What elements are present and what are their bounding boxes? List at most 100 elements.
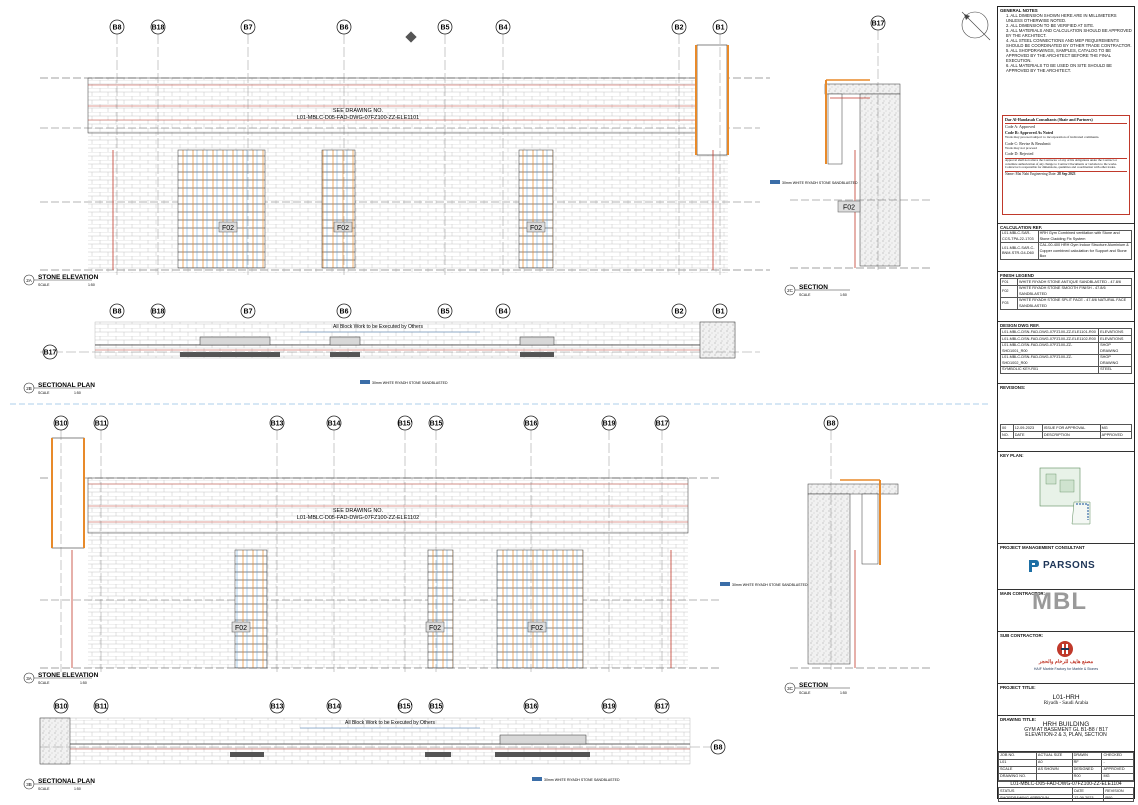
parsons-logo: PARSONS bbox=[1028, 559, 1095, 573]
svg-text:F02: F02 bbox=[530, 225, 542, 232]
stone-note-2b: 30mm WHITE RIYADH STONE SANDBLASTED bbox=[372, 381, 448, 385]
svg-text:1:50: 1:50 bbox=[74, 391, 81, 395]
svg-text:B11: B11 bbox=[95, 704, 108, 711]
see-drawing-line1-2a: SEE DRAWING NO. bbox=[333, 108, 384, 114]
drawing-number: L01-MBLC-D05-FAD-DWG-07FZ100-ZZ-ELE1104 bbox=[998, 781, 1134, 787]
calculation-ref: CALCULATION REF. L01-MBLC-SAR-CCS-TPA-22… bbox=[998, 223, 1134, 269]
finish-tag-f02: F02 bbox=[526, 221, 546, 233]
svg-text:SECTION: SECTION bbox=[799, 682, 828, 689]
design-drawing-ref: DESIGN DWG REF. L01-MBLC-DSN-FAD-DWG-07F… bbox=[998, 321, 1134, 383]
finish-tag-f02: F02 bbox=[231, 621, 251, 633]
svg-text:SECTIONAL PLAN: SECTIONAL PLAN bbox=[38, 382, 95, 389]
stone-elevation-2a: SEE DRAWING NO. L01-MBLC-D05-FAD-DWG-07F… bbox=[40, 31, 770, 273]
grid-bubble: B16 bbox=[523, 698, 539, 714]
svg-text:1:50: 1:50 bbox=[88, 283, 95, 287]
stone-note-3b: 30mm WHITE RIYADH STONE SANDBLASTED bbox=[544, 778, 620, 782]
svg-text:B15: B15 bbox=[430, 421, 443, 428]
stamp-name-label: Name: bbox=[1005, 172, 1015, 177]
note-item: 6. ALL MATERIALS TO BE USED ON SITE SHOU… bbox=[1006, 63, 1112, 74]
svg-text:3B: 3B bbox=[26, 782, 32, 787]
grid-bubble: B10 bbox=[53, 698, 69, 714]
svg-text:B7: B7 bbox=[244, 309, 253, 316]
general-notes-list: 1. ALL DIMENSION SHOWN HERE ARE IN MILLI… bbox=[1000, 13, 1132, 73]
table-header-row: NO. DATE DESCRIPTION APPROVED bbox=[1000, 431, 1133, 440]
svg-text:F02: F02 bbox=[843, 205, 855, 212]
table-row: L01-MBLC-DSN-FAD-DWG-07FZ100-ZZ-SHD1002_… bbox=[999, 354, 1132, 368]
note-item: 5. ALL SHOPDRAWINGS, SAMPLES, CATALOG TO… bbox=[1006, 48, 1112, 64]
elevation-marker bbox=[405, 31, 417, 43]
revisions-table: 00 12-09-2023 ISSUE FOR APPROVAL MG NO. … bbox=[1000, 424, 1133, 440]
svg-text:B15': B15' bbox=[398, 704, 413, 711]
view-title-2c: 2C SECTION SCALE 1:50 bbox=[784, 284, 850, 297]
grid-bubble: B7 bbox=[240, 303, 256, 319]
grid-bubble: B13 bbox=[269, 698, 285, 714]
view-title-3a: 3A STONE ELEVATION SCALE 1:50 bbox=[23, 672, 99, 685]
grid-bubble-side: B8 bbox=[710, 739, 726, 755]
grid-bubble: B15' bbox=[397, 698, 413, 714]
svg-text:B1: B1 bbox=[716, 25, 725, 32]
drawing-info-table: JOB NO. ACTUAL SIZE DRAWN CHECKED L01 A0… bbox=[998, 752, 1134, 781]
finish-tag-f02: F02 bbox=[527, 621, 547, 633]
finish-tag-f02: F02 bbox=[333, 221, 353, 233]
finish-legend: FINISH LEGEND F01 WHITE RIYADH STONE ANTI… bbox=[998, 271, 1134, 315]
svg-text:1:50: 1:50 bbox=[840, 691, 847, 695]
approval-stamp: Dar Al-Handasah Consultants (Shair and P… bbox=[1002, 115, 1130, 215]
stamp-date: 28 Sep 2023 bbox=[1057, 172, 1076, 177]
svg-text:B11: B11 bbox=[95, 421, 108, 428]
see-drawing-line2-3a: L01-MBLC-D05-FAD-DWG-07FZ100-ZZ-ELE1102 bbox=[297, 515, 419, 521]
drawing-title: DRAWING TITLE: HRH BUILDING GYM AT BASEM… bbox=[998, 715, 1134, 751]
svg-text:B4: B4 bbox=[499, 25, 508, 32]
svg-text:B4: B4 bbox=[499, 309, 508, 316]
north-arrow-icon bbox=[961, 11, 991, 41]
svg-text:B13: B13 bbox=[271, 421, 284, 428]
svg-text:SCALE: SCALE bbox=[38, 391, 50, 395]
mbl-logo: MBL bbox=[1032, 588, 1087, 615]
main-contractor: MAIN CONTRACTOR: MBL bbox=[998, 589, 1134, 631]
svg-text:B16: B16 bbox=[525, 704, 538, 711]
svg-text:B14: B14 bbox=[328, 704, 341, 711]
grid-bubble: B11 bbox=[93, 698, 109, 714]
svg-text:3C: 3C bbox=[787, 686, 794, 691]
table-row: L01-MBLC-DSN-FAD-DWG-07FZ100-ZZ-ELE1102-… bbox=[999, 335, 1132, 344]
svg-text:B7: B7 bbox=[244, 25, 253, 32]
table-row: JOB NO. ACTUAL SIZE DRAWN CHECKED bbox=[998, 752, 1134, 760]
svg-text:B5: B5 bbox=[441, 309, 450, 316]
svg-text:B2: B2 bbox=[675, 25, 684, 32]
svg-text:B8: B8 bbox=[113, 309, 122, 316]
view-title-3b: 3B SECTIONAL PLAN SCALE 1:50 bbox=[23, 778, 95, 791]
grid-bubble: B5 bbox=[437, 303, 453, 319]
stamp-disclaimer: Approval shall not relieve the Contracto… bbox=[1005, 157, 1127, 170]
haif-logo-icon bbox=[1057, 641, 1073, 657]
drawing-subtitle-2: ELEVATION-2 & 3, PLAN, SECTION bbox=[1025, 732, 1107, 739]
finish-tag-f02: F02 bbox=[218, 221, 238, 233]
table-row: L01-MBLC-SAR-CCS-TPA-22-1703 HRH Gym Comb… bbox=[1000, 230, 1133, 244]
grid-bubble-b8: B8 bbox=[827, 421, 836, 428]
table-row: F03 WHITE RIYADH STONE SPLIT FACE - 47.8/… bbox=[1000, 297, 1132, 311]
svg-text:SECTION: SECTION bbox=[799, 284, 828, 291]
drawing-sheet: SEE DRAWING NO. L01-MBLC-D05-FAD-DWG-07F… bbox=[0, 0, 1138, 805]
stamp-header: Dar Al-Handasah Consultants (Shair and P… bbox=[1005, 117, 1127, 125]
svg-text:B17: B17 bbox=[656, 704, 669, 711]
calc-ref-table: L01-MBLC-SAR-CCS-TPA-22-1703 HRH Gym Comb… bbox=[1000, 230, 1133, 261]
key-plan: KEY PLAN: bbox=[998, 451, 1134, 543]
sectional-plan-2b: All Block Work to be Executed by Others … bbox=[40, 321, 760, 385]
approval-stamp-area: Dar Al-Handasah Consultants (Shair and P… bbox=[998, 113, 1134, 221]
svg-text:1:50: 1:50 bbox=[80, 681, 87, 685]
stone-elevation-3a: SEE DRAWING NO. L01-MBLC-D05-FAD-DWG-07F… bbox=[40, 437, 808, 669]
note-item: 1. ALL DIMENSION SHOWN HERE ARE IN MILLI… bbox=[1006, 13, 1117, 24]
project-title-label: PROJECT TITLE: bbox=[1000, 685, 1036, 690]
stamp-code-d: Code D: Rejected bbox=[1005, 151, 1034, 157]
grid-bubble: B6 bbox=[336, 303, 352, 319]
stamp-name: Mai Nabi Engineering bbox=[1015, 172, 1048, 177]
svg-text:2B: 2B bbox=[26, 386, 32, 391]
svg-text:F02: F02 bbox=[531, 625, 543, 632]
svg-text:STONE ELEVATION: STONE ELEVATION bbox=[38, 274, 99, 281]
svg-text:B18: B18 bbox=[152, 309, 165, 316]
svg-text:B8: B8 bbox=[113, 25, 122, 32]
svg-text:B15: B15 bbox=[430, 704, 443, 711]
stamp-date-label: Date: bbox=[1048, 172, 1057, 177]
table-row: F02 WHITE RIYADH STONE SMOOTH FINISH - 47… bbox=[1000, 285, 1132, 299]
project-location: Riyadh - Saudi Arabia bbox=[1043, 700, 1089, 706]
sub-contractor-arabic: مصنع هايف للرخام والحجر bbox=[1038, 659, 1094, 665]
svg-text:2A: 2A bbox=[26, 278, 32, 283]
